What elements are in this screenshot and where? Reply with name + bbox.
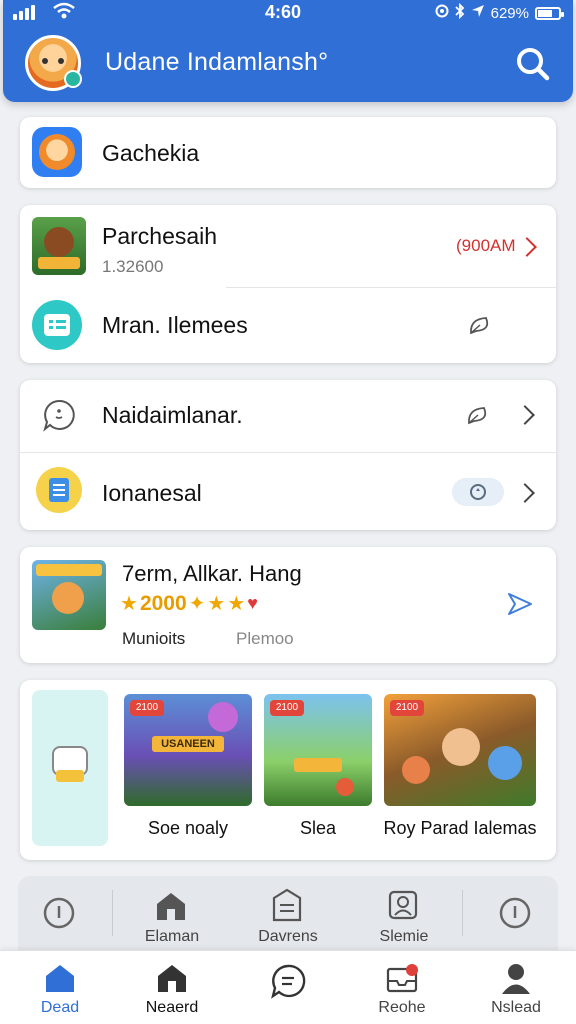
bottom-navigation: Dead Neaerd Reohe Nslead bbox=[0, 950, 576, 1024]
game-badge: 2100 bbox=[270, 700, 304, 716]
sync-icon bbox=[470, 484, 486, 500]
game-caption-1: Soe noaly bbox=[147, 818, 229, 838]
nav-label: Nslead bbox=[491, 999, 541, 1016]
nav-tab-dead[interactable]: Dead bbox=[10, 951, 110, 1024]
home-icon bbox=[46, 965, 74, 992]
home-icon bbox=[157, 893, 185, 920]
status-bar: 4:60 629% bbox=[3, 0, 573, 26]
chat-icon bbox=[271, 964, 306, 999]
rating-row: ★ 2000 ✦ ★ ★ ♥ bbox=[120, 591, 258, 616]
info-circle-icon[interactable] bbox=[498, 896, 532, 935]
game-app-icon bbox=[32, 127, 82, 177]
game-thumbnail-icon bbox=[32, 217, 86, 275]
document-icon bbox=[36, 467, 82, 513]
chevron-right-icon bbox=[515, 405, 535, 425]
gachekia-card[interactable]: Gachekia bbox=[20, 117, 556, 188]
share-arrow-icon[interactable] bbox=[506, 591, 534, 622]
gachekia-label: Gachekia bbox=[102, 140, 200, 166]
search-button[interactable] bbox=[513, 44, 553, 84]
star-icon: ✦ bbox=[188, 593, 206, 615]
game-thumbnail-2[interactable]: 2100 bbox=[264, 694, 372, 806]
game-thumbnail-1[interactable]: 2100 USANEEN bbox=[124, 694, 252, 806]
profile-avatar[interactable] bbox=[25, 35, 82, 91]
mascot-panel[interactable] bbox=[32, 690, 108, 846]
game-badge: 2100 bbox=[390, 700, 424, 716]
page-title: Udane Indamlansh° bbox=[105, 48, 329, 76]
language-row[interactable]: Ionanesal bbox=[20, 453, 556, 530]
rating-value: 2000 bbox=[139, 591, 187, 615]
quick-item-slemie[interactable]: Slemie bbox=[362, 876, 446, 956]
status-time: 4:60 bbox=[265, 2, 302, 22]
quick-actions-bar: Elaman Davrens Slemie bbox=[18, 876, 558, 956]
nav-tab-chat[interactable] bbox=[238, 951, 338, 1024]
battery-icon bbox=[535, 6, 564, 20]
games-card: 2100 USANEEN Soe noaly 2100 Slea 2100 Ro… bbox=[20, 680, 556, 860]
settings-card: Naidaimlanar. Ionanesal bbox=[20, 380, 556, 530]
location-ring-icon bbox=[435, 4, 449, 22]
divider bbox=[112, 890, 113, 936]
time-tag: (900AM bbox=[456, 236, 516, 255]
featured-title: 7erm, Allkar. Hang bbox=[122, 561, 302, 586]
inbox-icon bbox=[386, 964, 418, 993]
game-caption-2: Slea bbox=[299, 818, 337, 838]
leaf-icon bbox=[468, 314, 494, 341]
game-caption-3: Roy Parad Ialemas bbox=[383, 818, 537, 838]
search-icon bbox=[517, 48, 550, 81]
toggle-pill[interactable] bbox=[452, 478, 504, 506]
nav-label: Neaerd bbox=[145, 999, 199, 1016]
document-icon bbox=[272, 888, 302, 922]
wifi-icon bbox=[53, 2, 75, 25]
star-icon: ★ bbox=[227, 593, 246, 615]
star-icon: ★ bbox=[207, 593, 226, 615]
featured-meta-right: Plemoo bbox=[236, 629, 294, 648]
bluetooth-icon bbox=[454, 2, 465, 23]
app-header: 4:60 629% Udane Indamlansh° bbox=[3, 0, 573, 102]
nav-label: Reohe bbox=[378, 999, 426, 1016]
featured-game-card[interactable]: 7erm, Allkar. Hang ★ 2000 ✦ ★ ★ ♥ Munioi… bbox=[20, 547, 556, 663]
notifications-label: Naidaimlanar. bbox=[102, 402, 243, 428]
manage-items-row[interactable]: Mran. Ilemees bbox=[20, 288, 556, 363]
nav-label: Dead bbox=[40, 999, 80, 1016]
info-circle-icon[interactable] bbox=[42, 896, 76, 935]
message-bubble-icon bbox=[42, 398, 76, 437]
purchase-card: Parchesaih 1.32600 (900AM Mran. Ilemees bbox=[20, 205, 556, 363]
language-label: Ionanesal bbox=[102, 480, 202, 506]
heart-icon: ♥ bbox=[247, 593, 258, 613]
quick-item-label: Davrens bbox=[258, 928, 318, 945]
nav-tab-nslead[interactable]: Nslead bbox=[466, 951, 566, 1024]
featured-game-thumbnail bbox=[32, 560, 106, 630]
quick-item-label: Slemie bbox=[379, 928, 429, 945]
nav-tab-neaerd[interactable]: Neaerd bbox=[122, 951, 222, 1024]
profile-icon bbox=[502, 964, 530, 994]
badge-icon bbox=[388, 890, 418, 920]
nav-tab-reohe[interactable]: Reohe bbox=[352, 951, 452, 1024]
purchase-amount: 1.32600 bbox=[102, 257, 164, 276]
signal-icon bbox=[13, 5, 35, 20]
purchase-label: Parchesaih bbox=[102, 223, 218, 249]
chevron-right-icon bbox=[515, 483, 535, 503]
status-indicators: 629% bbox=[435, 2, 564, 23]
game-thumbnail-3[interactable]: 2100 bbox=[384, 694, 536, 806]
featured-meta-left: Munioits bbox=[122, 629, 186, 648]
star-icon: ★ bbox=[120, 593, 138, 615]
quick-item-elaman[interactable]: Elaman bbox=[130, 876, 214, 956]
leaf-icon bbox=[466, 404, 492, 431]
purchase-row[interactable]: Parchesaih 1.32600 (900AM bbox=[20, 205, 556, 287]
game-badge: 2100 bbox=[130, 700, 164, 716]
game-banner: USANEEN bbox=[152, 736, 224, 752]
manage-items-label: Mran. Ilemees bbox=[102, 312, 248, 338]
house-icon bbox=[158, 965, 186, 992]
quick-item-label: Elaman bbox=[144, 928, 200, 945]
navigation-arrow-icon bbox=[471, 4, 485, 22]
chevron-right-icon bbox=[517, 237, 537, 257]
quick-item-davrens[interactable]: Davrens bbox=[246, 876, 330, 956]
divider bbox=[462, 890, 463, 936]
list-icon bbox=[32, 300, 82, 350]
notifications-row[interactable]: Naidaimlanar. bbox=[20, 380, 556, 452]
battery-percent: 629% bbox=[490, 4, 529, 22]
